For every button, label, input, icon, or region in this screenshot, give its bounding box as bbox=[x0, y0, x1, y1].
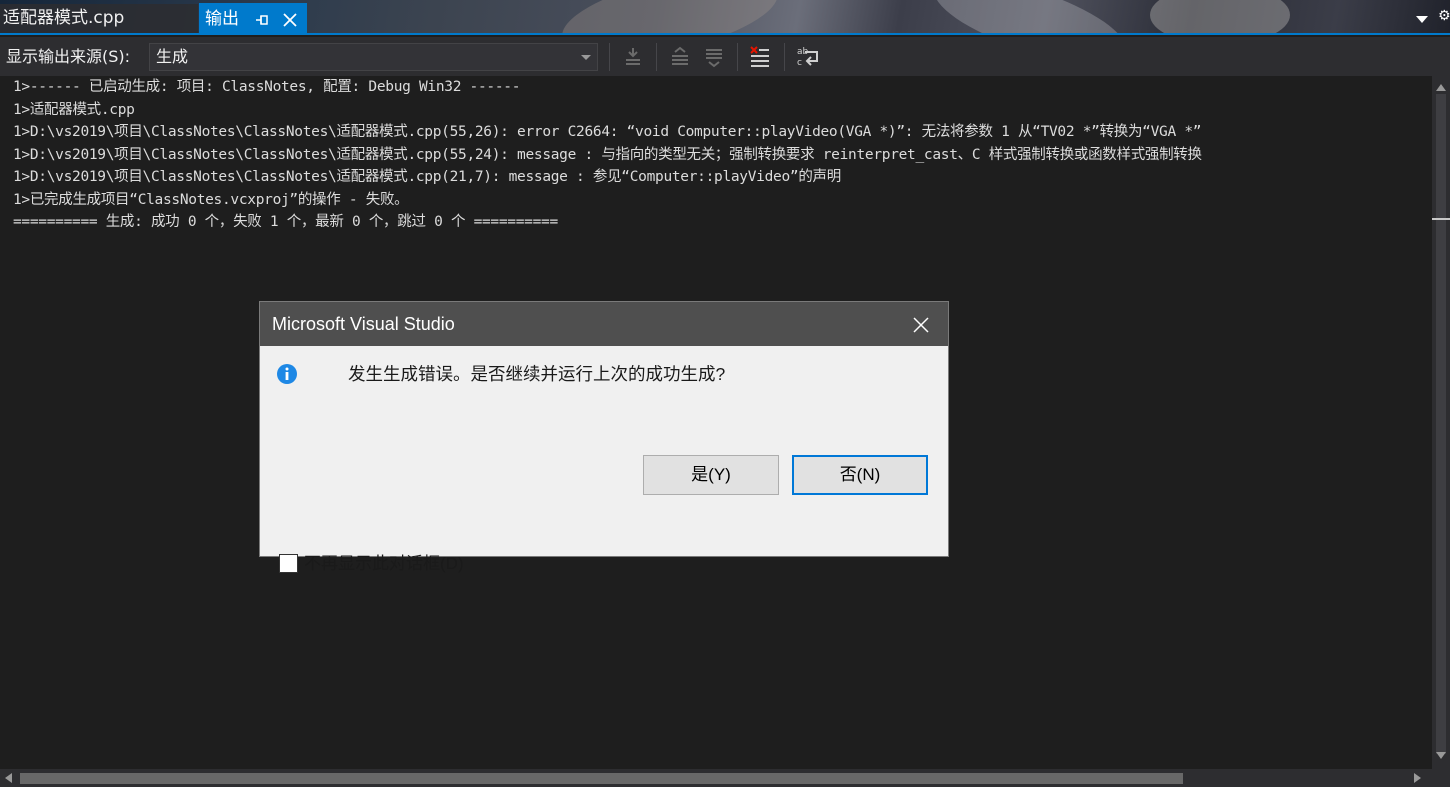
vertical-scrollbar[interactable] bbox=[1432, 76, 1450, 769]
word-wrap-toggle[interactable]: ab c bbox=[795, 44, 821, 70]
tab-label: 输出 bbox=[205, 9, 239, 29]
word-wrap-icon: ab c bbox=[797, 47, 818, 68]
toolbar-separator bbox=[609, 43, 610, 71]
go-to-previous-message-button[interactable] bbox=[667, 44, 693, 70]
chevron-down-icon bbox=[581, 55, 591, 60]
scroll-position-marker bbox=[1432, 218, 1450, 220]
output-line: 1>适配器模式.cpp bbox=[13, 101, 135, 118]
dialog-titlebar: Microsoft Visual Studio bbox=[260, 302, 948, 346]
output-toolbar: 显示输出来源(S): 生成 ab c bbox=[0, 37, 1450, 76]
output-line: 1>D:\vs2019\项目\ClassNotes\ClassNotes\适配器… bbox=[13, 124, 1202, 140]
go-to-previous-message-icon bbox=[672, 46, 688, 65]
yes-button[interactable]: 是(Y) bbox=[643, 455, 779, 495]
output-line: 1>D:\vs2019\项目\ClassNotes\ClassNotes\适配器… bbox=[13, 169, 841, 185]
go-to-next-message-button[interactable] bbox=[701, 44, 727, 70]
output-line: 1>------ 已启动生成: 项目: ClassNotes, 配置: Debu… bbox=[13, 79, 521, 95]
horizontal-scrollbar[interactable] bbox=[0, 769, 1432, 787]
go-to-current-message-icon bbox=[626, 48, 640, 65]
toolbar-separator bbox=[656, 43, 657, 71]
toolbar-separator bbox=[737, 43, 738, 71]
close-icon[interactable] bbox=[283, 13, 297, 27]
output-line: 1>已完成生成项目“ClassNotes.vcxproj”的操作 - 失败。 bbox=[13, 191, 409, 208]
scroll-down-arrow-icon[interactable] bbox=[1436, 752, 1446, 759]
tab-label: 适配器模式.cpp bbox=[3, 8, 125, 28]
tab-adapter-cpp[interactable]: 适配器模式.cpp bbox=[0, 4, 198, 33]
tab-output[interactable]: 输出 bbox=[199, 3, 307, 34]
document-tab-strip: 适配器模式.cpp 输出 ⚙ bbox=[0, 0, 1450, 35]
dialog-body: 发生生成错误。是否继续并运行上次的成功生成? 是(Y) 否(N) 不再显示此对话… bbox=[260, 346, 948, 573]
build-error-dialog: Microsoft Visual Studio 发生生成错误。是否继续并运行上次… bbox=[259, 301, 949, 573]
no-button-label: 否(N) bbox=[839, 465, 881, 484]
visual-studio-window: 适配器模式.cpp 输出 ⚙ 显示输出来源(S): 生成 ab c 1>----… bbox=[0, 0, 1450, 787]
output-line: 1>D:\vs2019\项目\ClassNotes\ClassNotes\适配器… bbox=[13, 146, 1202, 163]
scrollbar-corner bbox=[1432, 769, 1450, 787]
vertical-scrollbar-thumb[interactable] bbox=[1436, 94, 1446, 754]
scroll-right-arrow-icon[interactable] bbox=[1414, 773, 1421, 783]
clear-all-icon bbox=[750, 46, 769, 67]
scroll-left-arrow-icon[interactable] bbox=[5, 773, 12, 783]
dont-show-again-label[interactable]: 不再显示此对话框(D) bbox=[304, 552, 464, 576]
chevron-down-icon[interactable] bbox=[1416, 16, 1428, 23]
dialog-title: Microsoft Visual Studio bbox=[272, 314, 455, 334]
clear-all-button[interactable] bbox=[747, 44, 773, 70]
pin-icon[interactable] bbox=[255, 14, 269, 26]
no-button[interactable]: 否(N) bbox=[792, 455, 928, 495]
dialog-message: 发生生成错误。是否继续并运行上次的成功生成? bbox=[348, 364, 726, 384]
output-line: ========== 生成: 成功 0 个，失败 1 个，最新 0 个，跳过 0… bbox=[13, 214, 558, 230]
close-icon[interactable] bbox=[912, 316, 930, 334]
info-icon bbox=[277, 364, 297, 384]
horizontal-scrollbar-thumb[interactable] bbox=[20, 773, 1183, 784]
output-source-value: 生成 bbox=[156, 47, 189, 66]
go-to-next-message-icon bbox=[706, 49, 722, 68]
yes-button-label: 是(Y) bbox=[691, 465, 731, 484]
toolbar-separator bbox=[784, 43, 785, 71]
settings-icon[interactable]: ⚙ bbox=[1438, 9, 1450, 23]
go-to-current-message-button[interactable] bbox=[620, 44, 646, 70]
output-source-label: 显示输出来源(S): bbox=[6, 47, 131, 66]
svg-text:c: c bbox=[797, 58, 802, 68]
dont-show-again-checkbox[interactable] bbox=[279, 554, 298, 573]
scroll-up-arrow-icon[interactable] bbox=[1436, 84, 1446, 91]
output-source-select[interactable]: 生成 bbox=[149, 43, 598, 71]
